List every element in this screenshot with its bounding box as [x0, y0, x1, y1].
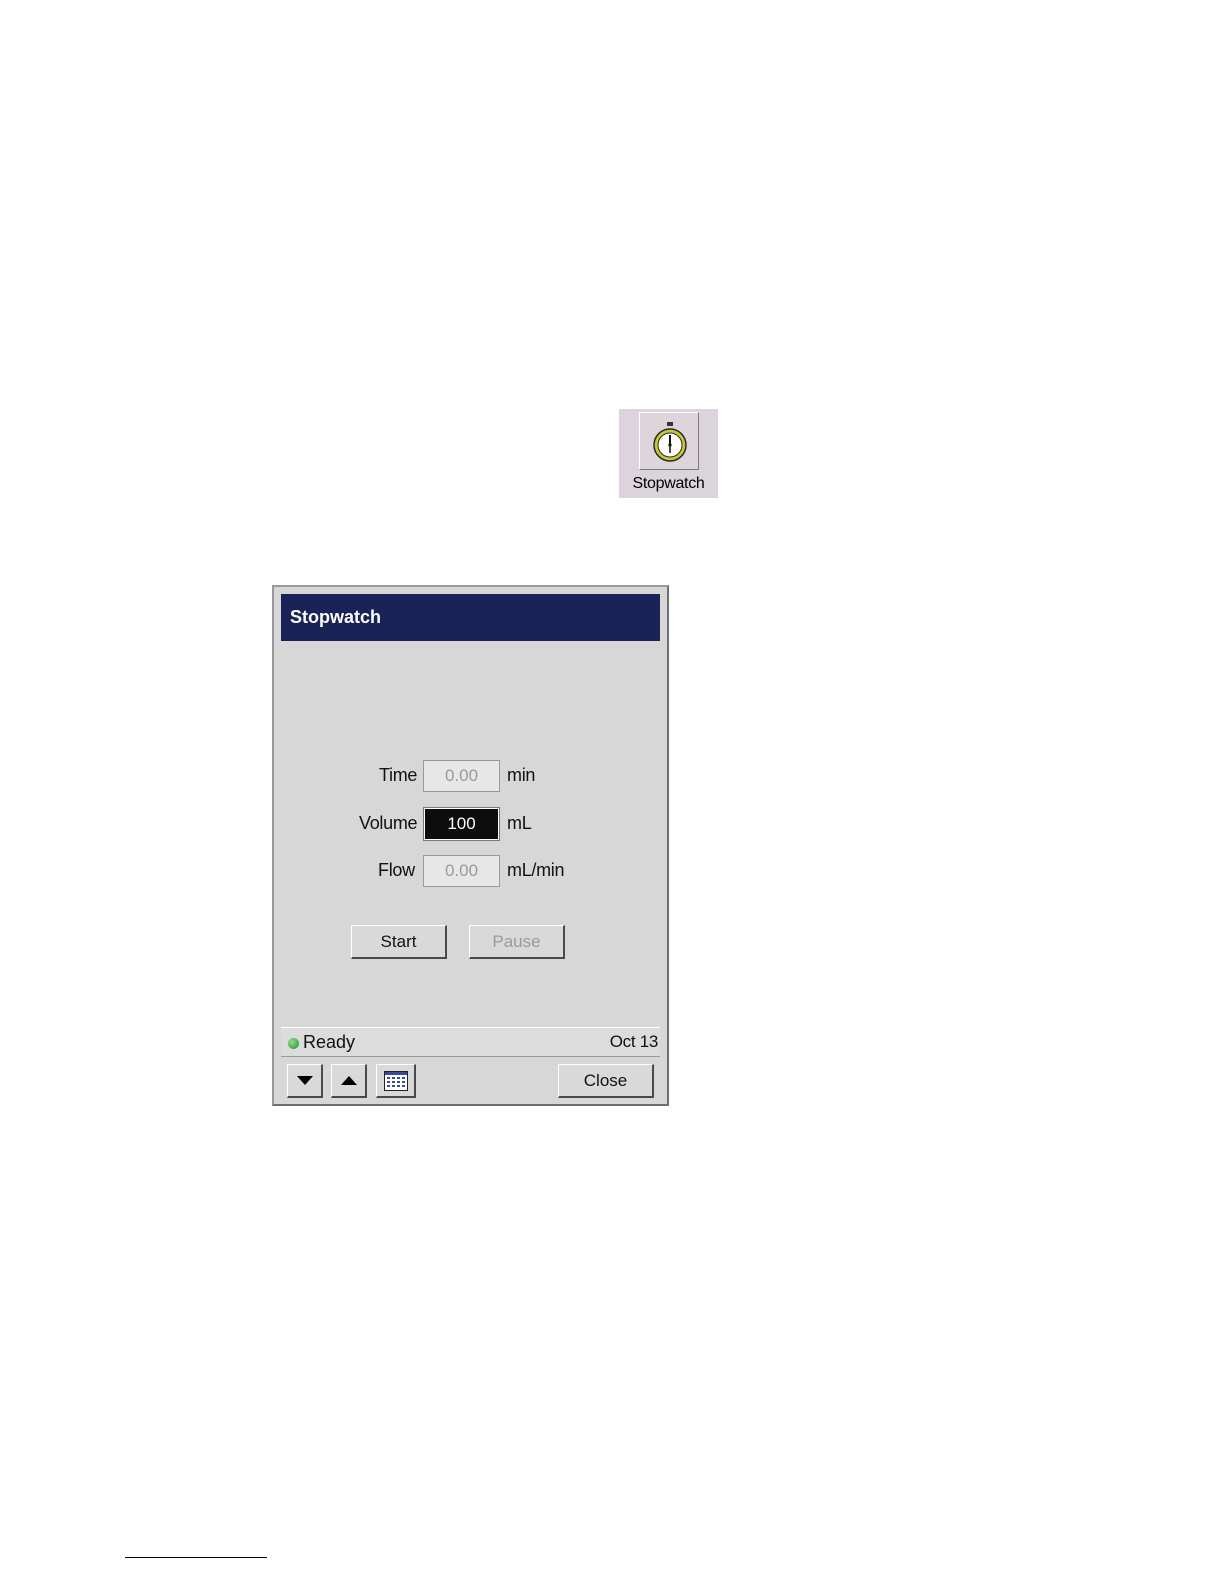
keypad-icon [384, 1071, 408, 1091]
arrow-down-icon [297, 1076, 313, 1085]
stopwatch-icon [653, 422, 687, 462]
status-text: Ready [303, 1032, 356, 1052]
stopwatch-launcher-label: Stopwatch [632, 475, 705, 492]
flow-label: Flow [378, 860, 415, 880]
flow-unit: mL/min [507, 860, 565, 880]
start-button[interactable]: Start [351, 925, 447, 959]
flow-field: 0.00 [423, 855, 500, 887]
footnote-rule [125, 1557, 267, 1558]
keypad-button[interactable] [376, 1064, 416, 1098]
arrow-up-icon [341, 1076, 357, 1085]
stopwatch-launcher-button[interactable] [639, 412, 699, 470]
stopwatch-window: Stopwatch Time 0.00 min Volume 100 mL Fl… [272, 585, 669, 1106]
stopwatch-launcher[interactable]: Stopwatch [619, 409, 718, 498]
status-indicator-icon [288, 1038, 299, 1049]
scroll-down-button[interactable] [287, 1064, 323, 1098]
window-title: Stopwatch [290, 607, 382, 627]
status-bar: Ready Oct 13 [281, 1027, 660, 1057]
time-field: 0.00 [423, 760, 500, 792]
time-unit: min [507, 765, 536, 785]
scroll-up-button[interactable] [331, 1064, 367, 1098]
pause-button[interactable]: Pause [469, 925, 565, 959]
volume-input[interactable]: 100 [423, 807, 500, 841]
time-label: Time [379, 765, 418, 785]
status-date: Oct 13 [609, 1032, 659, 1051]
window-titlebar: Stopwatch [281, 594, 660, 641]
close-button[interactable]: Close [558, 1064, 654, 1098]
volume-unit: mL [507, 813, 532, 833]
volume-label: Volume [359, 813, 418, 833]
